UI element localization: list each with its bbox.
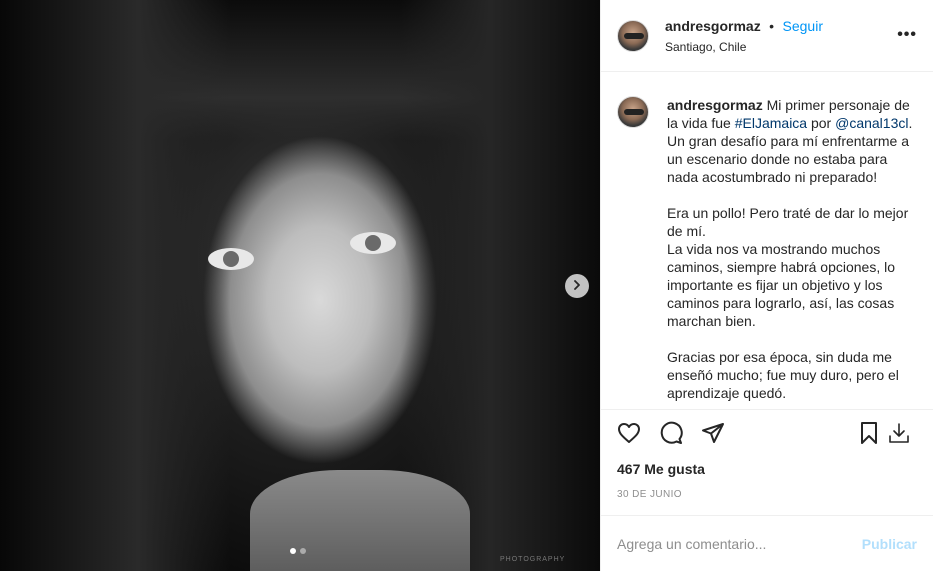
share-icon: [701, 421, 725, 450]
mention-link[interactable]: @canal13cl: [835, 115, 908, 131]
caption-paragraph-3: Gracias por esa época, sin duda me enseñ…: [667, 349, 899, 401]
caption-text-2: por: [807, 115, 836, 131]
carousel-next-button[interactable]: [565, 274, 589, 298]
download-button[interactable]: [885, 422, 913, 450]
more-icon[interactable]: •••: [897, 26, 917, 44]
location-link[interactable]: Santiago, Chile: [665, 40, 823, 54]
carousel-dot-2: [300, 548, 306, 554]
photo-neck: [250, 470, 470, 571]
header-separator: •: [769, 17, 775, 34]
caption-paragraph-1: andresgormaz Mi primer personaje de la v…: [667, 96, 917, 186]
post-modal: PHOTOGRAPHY andresgormaz • Seguir Santia…: [0, 0, 933, 571]
caption-username[interactable]: andresgormaz: [667, 97, 763, 113]
carousel-dot-1: [290, 548, 296, 554]
save-button[interactable]: [855, 422, 883, 450]
download-icon: [887, 421, 911, 450]
header-username[interactable]: andresgormaz: [665, 18, 761, 34]
caption-avatar[interactable]: [617, 96, 649, 128]
photo-eye-left: [208, 248, 254, 270]
photo-hair-left: [0, 0, 230, 571]
like-button[interactable]: [615, 422, 643, 450]
likes-count[interactable]: 467 Me gusta: [601, 461, 933, 481]
carousel-indicator: [290, 548, 306, 554]
comment-icon: [659, 421, 683, 450]
comment-button[interactable]: [657, 421, 685, 450]
caption-body: andresgormaz Mi primer personaje de la v…: [667, 96, 917, 409]
share-button[interactable]: [699, 422, 727, 450]
avatar[interactable]: [617, 19, 649, 52]
comment-bar: Publicar: [601, 515, 933, 571]
follow-button[interactable]: Seguir: [783, 18, 823, 34]
caption-paragraph-2: Era un pollo! Pero traté de dar lo mejor…: [667, 205, 909, 329]
post-date[interactable]: 30 DE JUNIO: [601, 481, 933, 515]
chevron-right-icon: [572, 277, 582, 295]
comment-input[interactable]: [617, 535, 862, 552]
hashtag-link[interactable]: #ElJamaica: [735, 115, 807, 131]
post-photo[interactable]: PHOTOGRAPHY: [0, 0, 600, 571]
header-text: andresgormaz • Seguir Santiago, Chile: [665, 18, 823, 54]
post-sidebar: andresgormaz • Seguir Santiago, Chile ••…: [600, 0, 933, 571]
action-bar: [601, 409, 933, 461]
photo-watermark: PHOTOGRAPHY: [500, 556, 566, 563]
bookmark-icon: [857, 421, 881, 450]
caption: andresgormaz Mi primer personaje de la v…: [601, 72, 933, 409]
photo-eye-right: [350, 232, 396, 254]
publish-button[interactable]: Publicar: [862, 536, 917, 552]
heart-icon: [617, 421, 641, 450]
post-header: andresgormaz • Seguir Santiago, Chile ••…: [601, 0, 933, 72]
